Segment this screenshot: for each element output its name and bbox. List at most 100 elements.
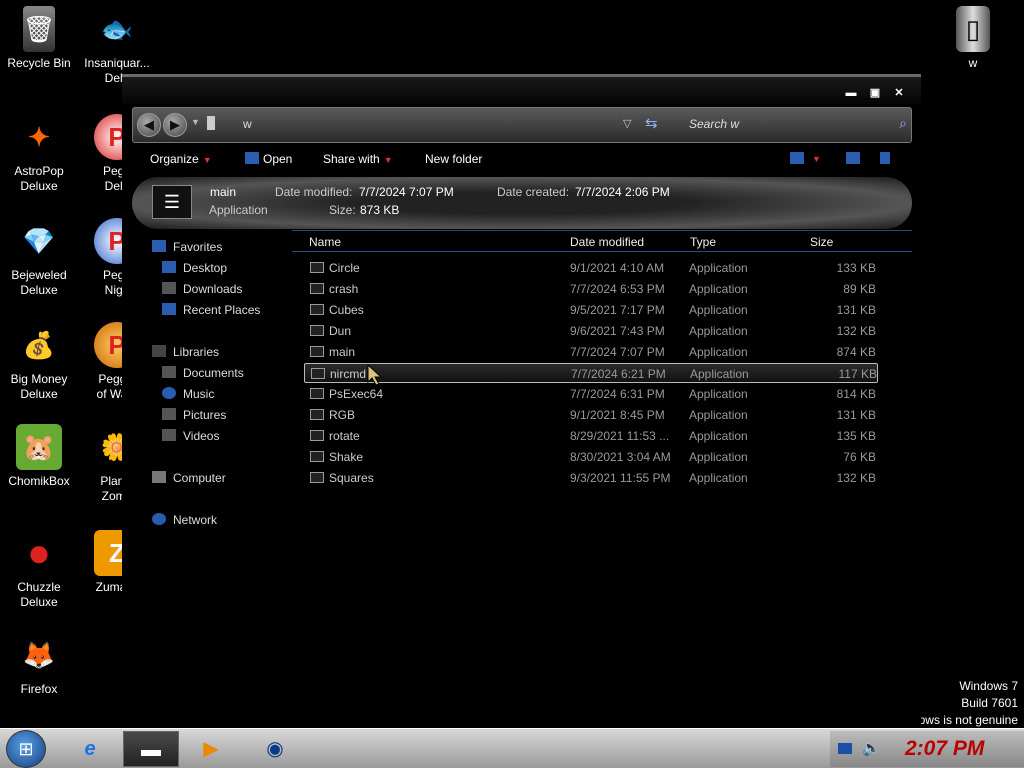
nav-network[interactable]: Network (152, 513, 217, 527)
change-view-icon[interactable] (790, 152, 804, 164)
desktop-icon-w-folder[interactable]: ▯ w (934, 6, 1012, 71)
table-row[interactable]: Circle 9/1/2021 4:10 AM Application 133 KB (304, 258, 878, 278)
table-row[interactable]: rotate 8/29/2021 11:53 ... Application 135 … (304, 426, 878, 446)
desktop-icon-label: Big Money Deluxe (10, 372, 68, 401)
desktop-icon-bejeweled[interactable]: 💎 Bejeweled Deluxe (0, 218, 78, 298)
file-name: rotate (329, 429, 360, 443)
file-size: 76 KB (843, 450, 876, 464)
table-row[interactable]: PsExec64 7/7/2024 6:31 PM Application 814 K… (304, 384, 878, 404)
videos-icon (162, 429, 176, 441)
share-with-button[interactable]: Share with ▼ (323, 152, 393, 166)
file-type: Application (689, 387, 748, 401)
file-size: 132 KB (836, 471, 876, 485)
application-icon (310, 283, 324, 294)
address-dropdown-icon[interactable]: ▽ (623, 117, 631, 130)
column-size[interactable]: Size (810, 235, 833, 249)
explorer-taskbar-button[interactable]: ▬ (123, 731, 179, 767)
file-type: Application (689, 429, 748, 443)
back-button[interactable]: ◀ (137, 113, 161, 137)
view-options-chevron-icon[interactable]: ▼ (812, 154, 821, 164)
preview-pane-icon[interactable] (846, 152, 860, 164)
nav-computer[interactable]: Computer (152, 471, 226, 485)
desktop-icon-chomikbox[interactable]: 🐹 ChomikBox (0, 424, 78, 489)
new-folder-button[interactable]: New folder (425, 152, 482, 166)
desktop-icon-astropop[interactable]: ✦ AstroPop Deluxe (0, 114, 78, 194)
mouse-cursor-icon (367, 364, 383, 386)
clock[interactable]: 2:07 PM (905, 737, 984, 761)
details-date-modified-label: Date modified: (275, 185, 353, 199)
table-row[interactable]: Squares 9/3/2021 11:55 PM Application 132 K… (304, 468, 878, 488)
desktop-icon-label: ChomikBox (8, 474, 70, 488)
desktop-icon-firefox[interactable]: 🦊 Firefox (0, 632, 78, 697)
close-button[interactable]: ✕ (892, 87, 906, 99)
nav-music-label: Music (183, 387, 215, 401)
search-input[interactable]: Search w (689, 117, 739, 131)
desktop-icon-label: w (968, 56, 978, 70)
nav-recent-places[interactable]: Recent Places (162, 303, 260, 317)
file-size: 133 KB (836, 261, 876, 275)
file-type: Application (689, 303, 748, 317)
title-bar[interactable]: ▬ ▣ ✕ (122, 74, 921, 104)
nav-documents[interactable]: Documents (162, 366, 244, 380)
search-box[interactable]: Search w ⌕ (679, 112, 911, 138)
nav-libraries[interactable]: Libraries (152, 345, 219, 359)
details-type: Application (209, 203, 268, 217)
minimize-button[interactable]: ▬ (844, 87, 858, 99)
forward-button[interactable]: ▶ (163, 113, 187, 137)
file-type: Application (689, 324, 748, 338)
nav-downloads-label: Downloads (183, 282, 243, 296)
recent-pages-chevron-icon[interactable]: ▼ (191, 117, 200, 127)
table-row[interactable]: Cubes 9/5/2021 7:17 PM Application 131 KB (304, 300, 878, 320)
organize-button[interactable]: Organize ▼ (150, 152, 212, 166)
location-icon (207, 116, 215, 130)
file-date-modified: 8/30/2021 3:04 AM (570, 450, 671, 464)
address-path[interactable]: w (243, 117, 252, 131)
file-size: 117 KB (838, 367, 877, 381)
action-center-icon[interactable] (838, 743, 852, 754)
desktop-icon-recycle-bin[interactable]: 🗑 Recycle Bin (0, 6, 78, 71)
table-row[interactable]: nircmd 7/7/2024 6:21 PM Application 117 KB (304, 363, 878, 383)
media-player-icon[interactable]: ▶ (183, 731, 239, 767)
nav-downloads[interactable]: Downloads (162, 282, 242, 296)
details-date-created: 7/7/2024 2:06 PM (575, 185, 670, 199)
table-row[interactable]: crash 7/7/2024 6:53 PM Application 89 KB (304, 279, 878, 299)
file-type: Application (689, 282, 748, 296)
volume-icon[interactable]: 🔈 (862, 739, 881, 757)
chuzzle-icon: ● (26, 530, 52, 575)
table-row[interactable]: main 7/7/2024 7:07 PM Application 874 KB (304, 342, 878, 362)
nav-pictures[interactable]: Pictures (162, 408, 226, 422)
desktop-icon-chuzzle[interactable]: ● Chuzzle Deluxe (0, 530, 78, 610)
hamster-icon: 🐹 (16, 424, 62, 470)
nav-videos[interactable]: Videos (162, 429, 219, 443)
nav-favorites[interactable]: Favorites (152, 240, 222, 254)
file-type: Application (689, 408, 748, 422)
column-type[interactable]: Type (690, 235, 716, 249)
file-date-modified: 8/29/2021 11:53 ... (570, 429, 670, 443)
nav-network-label: Network (173, 513, 218, 527)
nav-music[interactable]: Music (162, 387, 214, 401)
internet-explorer-icon[interactable]: e (62, 731, 118, 767)
file-type: Application (689, 471, 748, 485)
nav-desktop[interactable]: Desktop (162, 261, 227, 275)
table-row[interactable]: Dun 9/6/2021 7:43 PM Application 132 KB (304, 321, 878, 341)
refresh-icon[interactable]: ⇆ (645, 114, 658, 132)
nav-computer-label: Computer (173, 471, 226, 485)
maximize-button[interactable]: ▣ (868, 87, 882, 99)
start-button[interactable]: ⊞ (6, 730, 46, 768)
system-tray: 🔈 2:07 PM (830, 731, 1024, 767)
details-pane: ☰ main Application Date modified: 7/7/20… (132, 177, 912, 229)
table-row[interactable]: Shake 8/30/2021 3:04 AM Application 76 KB (304, 447, 878, 467)
column-name[interactable]: Name (309, 235, 341, 249)
file-list: Name Date modified Type Size Circle 9/1/2… (292, 230, 912, 726)
column-date-modified[interactable]: Date modified (570, 235, 644, 249)
desktop-icon-label: Firefox (20, 682, 58, 696)
file-type: Application (689, 450, 748, 464)
open-button[interactable]: Open (263, 152, 292, 166)
table-row[interactable]: RGB 9/1/2021 8:45 PM Application 131 KB (304, 405, 878, 425)
file-size: 135 KB (836, 429, 876, 443)
help-icon[interactable] (880, 152, 890, 164)
globe-icon[interactable]: ◉ (247, 731, 303, 767)
desktop-icon-big-money[interactable]: 💰 Big Money Deluxe (0, 322, 78, 402)
search-icon[interactable]: ⌕ (899, 115, 907, 132)
recent-places-icon (162, 303, 176, 315)
